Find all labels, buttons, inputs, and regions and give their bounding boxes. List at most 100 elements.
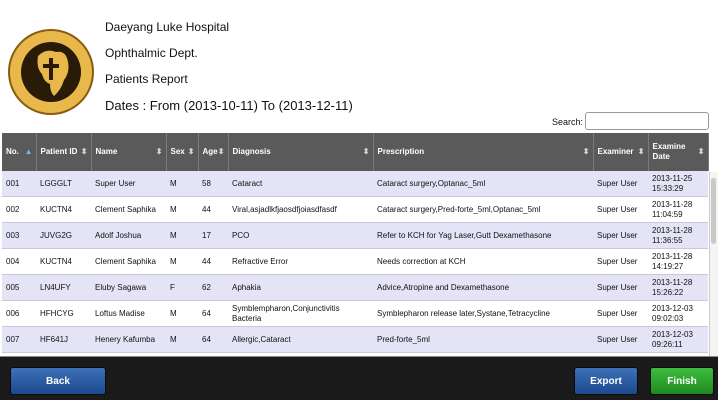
table-cell: F: [166, 274, 198, 301]
search-label: Search:: [552, 117, 584, 127]
table-cell: 2013-11-28 11:36:55: [648, 222, 708, 249]
column-header-label: Name: [95, 147, 118, 156]
table-cell: LN4UFY: [36, 274, 91, 301]
table-cell: 005: [2, 274, 36, 301]
column-header-label: Examiner: [597, 147, 634, 156]
sort-icon: ⬍: [697, 147, 705, 156]
export-button[interactable]: Export: [574, 367, 638, 395]
table-cell: 004: [2, 248, 36, 275]
sort-icon: ⬍: [637, 147, 645, 156]
table-cell: M: [166, 196, 198, 223]
table-cell: 002: [2, 196, 36, 223]
hospital-name: Daeyang Luke Hospital: [105, 20, 230, 34]
report-title: Patients Report: [105, 72, 188, 86]
table-cell: Super User: [593, 196, 648, 223]
table-row[interactable]: 003 JUVG2G Adolf Joshua M 17 PCO Refer to KCH …: [2, 222, 708, 249]
table-cell: JUVG2G: [36, 222, 91, 249]
sort-icon: ⬍: [80, 147, 88, 156]
table-cell: 2013-12-03 09:26:11: [648, 326, 708, 353]
table-cell: 58: [198, 171, 228, 197]
table-cell: 2013-11-28 11:04:59: [648, 196, 708, 223]
table-cell: 2013-11-25 15:33:29: [648, 171, 708, 197]
sort-icon: ⬍: [187, 147, 195, 156]
column-header[interactable]: Examine Date ⬍: [648, 133, 709, 171]
table-cell: 001: [2, 171, 36, 197]
column-header[interactable]: Sex ⬍: [166, 133, 199, 171]
table-cell: Super User: [593, 274, 648, 301]
table-cell: M: [166, 300, 198, 327]
date-range: Dates : From (2013-10-11) To (2013-12-11…: [105, 98, 353, 113]
table-cell: Super User: [593, 326, 648, 353]
sort-icon: ⬍: [155, 147, 163, 156]
table-cell: HFHCYG: [36, 300, 91, 327]
sort-icon: ⬍: [362, 147, 370, 156]
table-cell: 62: [198, 274, 228, 301]
column-header[interactable]: Diagnosis ⬍: [228, 133, 374, 171]
back-button[interactable]: Back: [10, 367, 106, 395]
column-header-label: Diagnosis: [232, 147, 271, 156]
table-cell: Needs correction at KCH: [373, 248, 593, 275]
table-cell: 003: [2, 222, 36, 249]
table-cell: 64: [198, 326, 228, 353]
table-cell: Aphakia: [228, 274, 373, 301]
column-header-label: Age: [202, 147, 218, 156]
table-cell: 44: [198, 248, 228, 275]
column-header[interactable]: Examiner ⬍: [593, 133, 649, 171]
table-cell: 007: [2, 326, 36, 353]
table-cell: M: [166, 171, 198, 197]
table-row[interactable]: 006 HFHCYG Loftus Madise M 64 Symblempharon,C…: [2, 300, 708, 327]
patients-table: No. ▲ Patient ID ⬍ Name ⬍ Sex ⬍ Age ⬍ Diagnosis ⬍ Pr…: [2, 133, 709, 356]
table-cell: Allergic,Cataract: [228, 326, 373, 353]
table-scrollbar[interactable]: [709, 172, 718, 356]
hospital-logo: [8, 29, 94, 115]
table-cell: 2013-11-28 15:26:22: [648, 274, 708, 301]
sort-icon: ⬍: [217, 147, 225, 156]
patients-table-container: No. ▲ Patient ID ⬍ Name ⬍ Sex ⬍ Age ⬍ Diagnosis ⬍ Pr…: [2, 133, 716, 356]
report-header: Daeyang Luke Hospital Ophthalmic Dept. P…: [0, 0, 718, 130]
search-input[interactable]: [585, 112, 709, 130]
table-cell: 2013-12-03 09:02:03: [648, 300, 708, 327]
table-cell: Super User: [91, 171, 166, 197]
table-cell: 17: [198, 222, 228, 249]
table-cell: KUCTN4: [36, 248, 91, 275]
table-cell: 2013-11-28 14:19:27: [648, 248, 708, 275]
table-cell: KUCTN4: [36, 196, 91, 223]
column-header-label: Examine Date: [652, 142, 686, 161]
table-cell: Henery Kafumba: [91, 326, 166, 353]
table-cell: Adolf Joshua: [91, 222, 166, 249]
finish-button[interactable]: Finish: [650, 367, 714, 395]
column-header-label: Sex: [170, 147, 185, 156]
column-header[interactable]: Age ⬍: [198, 133, 229, 171]
table-row[interactable]: 004 KUCTN4 Clement Saphika M 44 Refractive Er…: [2, 248, 708, 275]
table-cell: Viral,asjadlkfjaosdfjoiasdfasdf: [228, 196, 373, 223]
table-row[interactable]: 001 LGGGLT Super User M 58 Cataract Cataract s…: [2, 171, 708, 197]
table-cell: Symblepharon release later,Systane,Tetra…: [373, 300, 593, 327]
department-name: Ophthalmic Dept.: [105, 46, 198, 60]
column-header-label: No.: [6, 147, 19, 156]
table-cell: Cataract surgery,Optanac_5ml: [373, 171, 593, 197]
table-cell: Symblempharon,Conjunctivitis Bacteria: [228, 300, 373, 327]
table-cell: Refractive Error: [228, 248, 373, 275]
table-cell: 64: [198, 300, 228, 327]
column-header[interactable]: Prescription ⬍: [373, 133, 594, 171]
column-header[interactable]: Name ⬍: [91, 133, 167, 171]
footer-bar: Back Export Finish: [0, 356, 718, 400]
table-cell: Super User: [593, 222, 648, 249]
table-cell: PCO: [228, 222, 373, 249]
column-header[interactable]: No. ▲: [2, 133, 37, 171]
footer-divider: [0, 356, 718, 357]
table-row[interactable]: 002 KUCTN4 Clement Saphika M 44 Viral,asjadlk…: [2, 196, 708, 223]
table-cell: Eluby Sagawa: [91, 274, 166, 301]
table-cell: Refer to KCH for Yag Laser,Gutt Dexameth…: [373, 222, 593, 249]
table-cell: Cataract: [228, 171, 373, 197]
column-header-label: Patient ID: [40, 147, 78, 156]
column-header[interactable]: Patient ID ⬍: [36, 133, 92, 171]
table-row[interactable]: 007 HF641J Henery Kafumba M 64 Allergic,Catar…: [2, 326, 708, 353]
scrollbar-thumb[interactable]: [711, 178, 716, 244]
sort-icon: ⬍: [582, 147, 590, 156]
table-row[interactable]: 005 LN4UFY Eluby Sagawa F 62 Aphakia Advice,At…: [2, 274, 708, 301]
table-cell: HF641J: [36, 326, 91, 353]
table-cell: Loftus Madise: [91, 300, 166, 327]
table-cell: 44: [198, 196, 228, 223]
table-cell: Advice,Atropine and Dexamethasone: [373, 274, 593, 301]
